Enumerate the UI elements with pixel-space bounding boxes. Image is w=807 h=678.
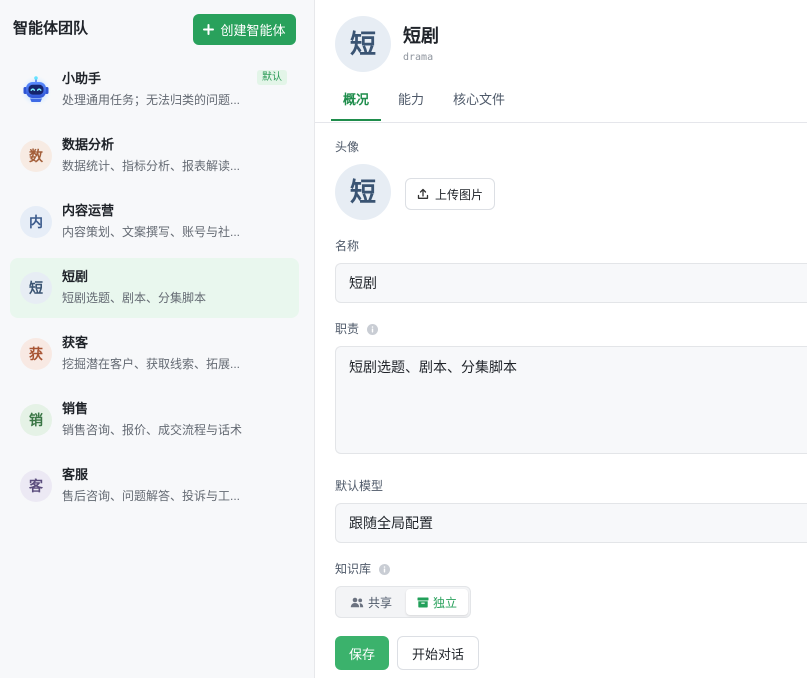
- header-avatar: 短: [335, 16, 391, 72]
- agent-description: 销售咨询、报价、成交流程与话术: [62, 423, 243, 437]
- name-label: 名称: [335, 238, 359, 254]
- agent-name: 客服: [62, 467, 89, 482]
- agent-item-customer-service[interactable]: 客 客服 售后咨询、问题解答、投诉与工...: [10, 456, 299, 516]
- robot-icon: [20, 74, 52, 107]
- info-icon[interactable]: [379, 563, 391, 575]
- name-label-text: 名称: [335, 239, 360, 253]
- agent-sidebar: 智能体团队 创建智能体 小助手 处理通用任务；无法归类的问题... 默认 数 数…: [0, 0, 315, 678]
- agent-avatar: 短: [20, 272, 52, 304]
- create-agent-button[interactable]: 创建智能体: [193, 14, 296, 45]
- kb-option-shared[interactable]: 共享: [338, 589, 404, 615]
- agent-detail-panel: 短 短剧 drama 概况 能力 核心文件 头像 短 上传图片 名称 职责 短剧…: [315, 0, 807, 678]
- plus-icon: [203, 24, 215, 35]
- users-icon: [350, 597, 364, 608]
- agent-name: 数据分析: [62, 137, 115, 152]
- agent-name: 获客: [62, 335, 89, 350]
- kb-option-label: 独立: [432, 595, 457, 610]
- archive-icon: [417, 597, 429, 608]
- kb-option-label: 共享: [367, 595, 392, 610]
- name-input[interactable]: [335, 263, 807, 303]
- agent-item-content-ops[interactable]: 内 内容运营 内容策划、文案撰写、账号与社...: [10, 192, 299, 252]
- tab-overview[interactable]: 概况: [331, 78, 382, 122]
- tab-capabilities[interactable]: 能力: [386, 78, 436, 122]
- agent-slug: drama: [403, 52, 434, 63]
- duty-textarea[interactable]: 短剧选题、剧本、分集脚本: [335, 346, 807, 454]
- agent-description: 售后咨询、问题解答、投诉与工...: [62, 489, 241, 503]
- agent-item-lead-gen[interactable]: 获 获客 挖掘潜在客户、获取线索、拓展...: [10, 324, 299, 384]
- agent-description: 处理通用任务；无法归类的问题...: [62, 93, 241, 107]
- default-badge: 默认: [257, 70, 287, 85]
- knowledge-base-label: 知识库: [335, 561, 391, 577]
- agent-list: 小助手 处理通用任务；无法归类的问题... 默认 数 数据分析 数据统计、指标分…: [10, 60, 299, 516]
- page-title: 短剧: [403, 26, 439, 46]
- agent-name: 销售: [62, 401, 89, 416]
- default-model-label: 默认模型: [335, 478, 383, 494]
- agent-item-assistant[interactable]: 小助手 处理通用任务；无法归类的问题... 默认: [10, 60, 299, 120]
- agent-item-short-drama[interactable]: 短 短剧 短剧选题、剧本、分集脚本: [10, 258, 299, 318]
- agent-description: 挖掘潜在客户、获取线索、拓展...: [62, 357, 241, 371]
- avatar-preview: 短: [335, 164, 391, 220]
- agent-name: 内容运营: [62, 203, 115, 218]
- kb-option-independent[interactable]: 独立: [406, 589, 468, 615]
- agent-name: 短剧: [62, 269, 89, 284]
- agent-description: 数据统计、指标分析、报表解读...: [62, 159, 241, 173]
- info-icon[interactable]: [367, 323, 379, 335]
- agent-avatar: 客: [20, 470, 52, 502]
- start-chat-button[interactable]: 开始对话: [397, 636, 479, 670]
- default-model-select[interactable]: 跟随全局配置: [335, 503, 807, 543]
- tab-bar: 概况 能力 核心文件: [315, 78, 807, 123]
- agent-description: 短剧选题、剧本、分集脚本: [62, 291, 207, 305]
- agent-item-sales[interactable]: 销 销售 销售咨询、报价、成交流程与话术: [10, 390, 299, 450]
- sidebar-title: 智能体团队: [13, 20, 89, 37]
- avatar-label: 头像: [335, 139, 359, 155]
- create-agent-label: 创建智能体: [220, 23, 286, 38]
- upload-image-label: 上传图片: [434, 187, 483, 202]
- default-model-value: 跟随全局配置: [349, 515, 433, 531]
- save-button[interactable]: 保存: [335, 636, 389, 670]
- agent-avatar: 内: [20, 206, 52, 238]
- duty-label-text: 职责: [335, 322, 360, 336]
- tab-core-files[interactable]: 核心文件: [441, 78, 517, 122]
- agent-description: 内容策划、文案撰写、账号与社...: [62, 225, 241, 239]
- agent-avatar: 销: [20, 404, 52, 436]
- knowledge-base-toggle: 共享 独立: [335, 586, 471, 618]
- upload-image-button[interactable]: 上传图片: [405, 178, 495, 210]
- default-model-label-text: 默认模型: [335, 479, 384, 493]
- agent-name: 小助手: [62, 71, 102, 86]
- agent-avatar: 数: [20, 140, 52, 172]
- agent-avatar: 获: [20, 338, 52, 370]
- avatar-label-text: 头像: [335, 140, 360, 154]
- agent-item-data-analysis[interactable]: 数 数据分析 数据统计、指标分析、报表解读...: [10, 126, 299, 186]
- knowledge-base-label-text: 知识库: [335, 562, 372, 576]
- upload-icon: [417, 188, 429, 200]
- duty-label: 职责: [335, 321, 379, 337]
